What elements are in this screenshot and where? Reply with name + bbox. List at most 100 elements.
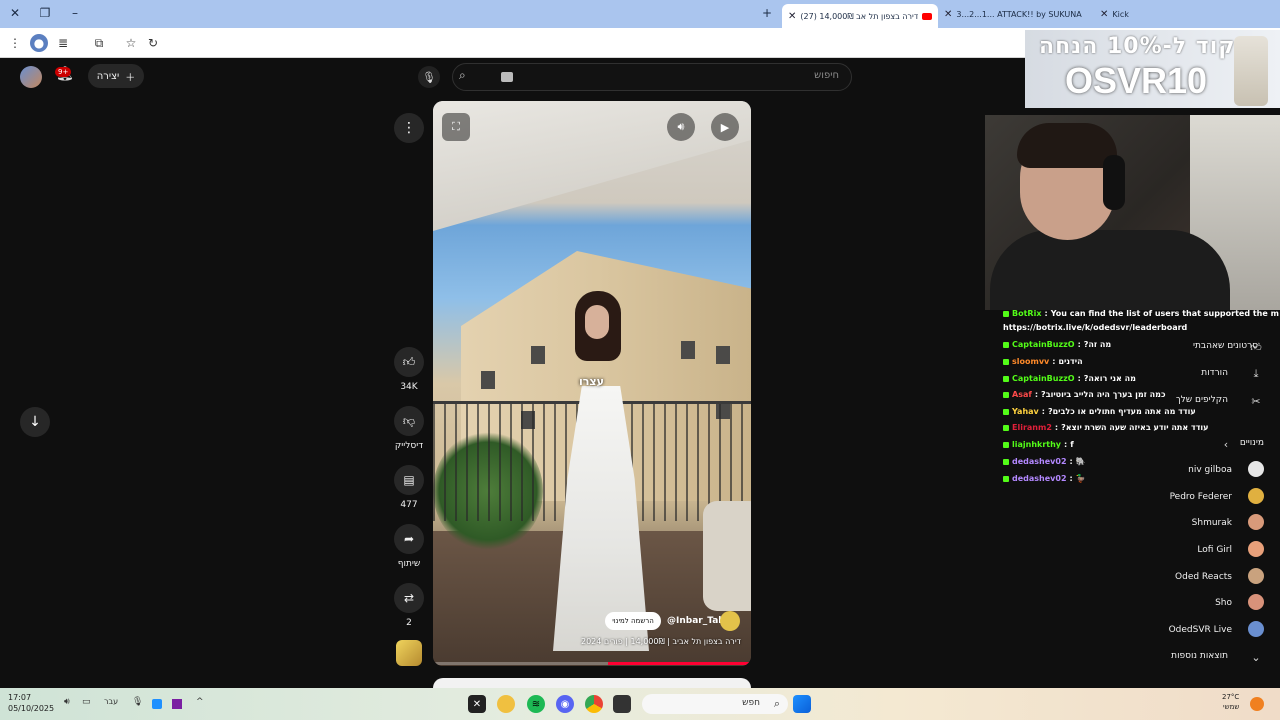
webcam-headset — [1103, 155, 1125, 210]
user-avatar[interactable] — [20, 66, 42, 88]
mic-tray-icon[interactable]: 🎙︎ — [132, 697, 143, 707]
app-tray-icon[interactable] — [152, 699, 162, 709]
channel-handle[interactable]: @Inbar_Tal — [667, 616, 721, 626]
thumbs-up-icon[interactable]: 👍︎ — [394, 347, 424, 377]
chat-badge-icon — [1003, 441, 1009, 448]
chat-username[interactable]: Asaf — [1012, 390, 1032, 399]
search-box[interactable]: ⌕ חיפוש — [452, 63, 852, 91]
remix-icon[interactable]: ⇄ — [394, 583, 424, 613]
explorer-taskbar-icon[interactable] — [613, 695, 631, 713]
language-indicator[interactable]: עבר — [104, 697, 118, 706]
share-arrow-icon[interactable]: ➦ — [394, 524, 424, 554]
subscription-item[interactable]: Lofi Girl — [1197, 545, 1232, 555]
onenote-tray-icon[interactable] — [172, 699, 182, 709]
thumbs-down-icon[interactable]: 👎︎ — [394, 406, 424, 436]
restore-window-icon[interactable]: ❐ — [36, 4, 54, 22]
chat-username[interactable]: liajnhkrthy — [1012, 440, 1061, 449]
comment-icon[interactable]: ▤ — [394, 465, 424, 495]
chevron-down-icon[interactable]: ⌄ — [1248, 649, 1264, 665]
subscription-item[interactable]: Shmurak — [1192, 518, 1232, 528]
close-tab-icon[interactable]: ✕ — [1100, 9, 1108, 20]
chat-username[interactable]: dedashev02 — [1012, 457, 1067, 466]
spotify-taskbar-icon[interactable]: ≋ — [527, 695, 545, 713]
chat-message: sloomvv: הידנים — [1003, 357, 1083, 366]
search-icon[interactable]: ⌕ — [459, 68, 481, 88]
minimize-window-icon[interactable]: – — [66, 4, 84, 22]
dislike-label: דיסלייק — [394, 441, 424, 451]
subscription-avatar[interactable] — [1248, 621, 1264, 637]
subscription-item[interactable]: OdedSVR Live — [1169, 625, 1232, 635]
chrome-taskbar-icon[interactable] — [585, 695, 603, 713]
subscription-item[interactable]: niv gilboa — [1188, 465, 1232, 475]
menu-dots-icon[interactable]: ⋮ — [6, 34, 24, 52]
tab-kick[interactable]: ✕ Kick — [1100, 4, 1220, 24]
chat-username[interactable]: dedashev02 — [1012, 474, 1067, 483]
discord-taskbar-icon[interactable]: ◉ — [556, 695, 574, 713]
chevron-up-icon[interactable]: ^ — [196, 697, 204, 707]
new-tab-icon[interactable]: + — [758, 4, 776, 22]
reload-icon[interactable]: ↻ — [144, 34, 162, 52]
video-title[interactable]: דירה בצפון תל אביב | 14,000₪ | פורים 202… — [581, 637, 741, 646]
video-scene-person — [541, 291, 651, 651]
windows-start-icon[interactable] — [793, 695, 811, 713]
chat-username[interactable]: Eliranm2 — [1012, 423, 1052, 432]
weather-sun-icon — [1250, 697, 1264, 711]
chat-username[interactable]: BotRix — [1012, 309, 1041, 318]
promo-code: OSVR10 — [1065, 60, 1208, 101]
subscription-item[interactable]: Pedro Federer — [1170, 492, 1232, 502]
like-action[interactable]: 👍︎ 34K — [394, 347, 424, 392]
tab-actions-icon[interactable]: ≣ — [54, 34, 72, 52]
chat-separator: : — [1064, 440, 1068, 449]
fullscreen-button[interactable]: ⛶ — [442, 113, 470, 141]
sound-thumbnail[interactable] — [396, 640, 422, 666]
shorts-video-player[interactable]: ⛶ 🔊︎ ▶ עצרו הרשמה למינוי @Inbar_Tal דירה… — [433, 101, 751, 666]
subscription-avatar[interactable] — [1248, 594, 1264, 610]
system-clock[interactable]: 17:07 05/10/2025 — [8, 692, 54, 714]
capcut-taskbar-icon[interactable]: ✕ — [468, 695, 486, 713]
chat-username[interactable]: sloomvv — [1012, 357, 1049, 366]
volume-tray-icon[interactable]: 🔊︎ — [64, 697, 70, 707]
subscription-avatar[interactable] — [1248, 461, 1264, 477]
app-taskbar-icon[interactable] — [497, 695, 515, 713]
share-action[interactable]: ➦ שיתוף — [394, 524, 424, 569]
volume-button[interactable]: 🔊︎ — [667, 113, 695, 141]
extensions-icon[interactable]: ⧉ — [90, 34, 108, 52]
chat-username[interactable]: CaptainBuzzO — [1012, 340, 1075, 349]
subscription-avatar[interactable] — [1248, 514, 1264, 530]
chat-badge-icon — [1003, 391, 1009, 398]
next-short-button[interactable]: ↓ — [20, 407, 50, 437]
subscribe-button[interactable]: הרשמה למינוי — [605, 612, 661, 630]
play-button[interactable]: ▶ — [711, 113, 739, 141]
chat-username[interactable]: CaptainBuzzO — [1012, 374, 1075, 383]
subscription-avatar[interactable] — [1248, 568, 1264, 584]
close-tab-icon[interactable]: ✕ — [944, 9, 952, 20]
close-window-icon[interactable]: ✕ — [6, 4, 24, 22]
search-input[interactable]: חיפוש — [814, 70, 839, 81]
profile-icon[interactable]: ● — [30, 34, 48, 52]
weather-widget[interactable]: 27°C שמשי — [1222, 692, 1239, 712]
keyboard-icon[interactable] — [501, 72, 513, 82]
subscription-item[interactable]: Sho — [1215, 598, 1232, 608]
chat-badge-icon — [1003, 458, 1009, 465]
create-button[interactable]: יצירה ＋ — [88, 64, 144, 88]
remix-action[interactable]: ⇄ 2 — [394, 583, 424, 628]
comments-action[interactable]: ▤ 477 — [394, 465, 424, 510]
channel-avatar[interactable] — [720, 611, 740, 631]
tab-youtube-active[interactable]: ✕ (27) דירה בצפון תל אב 14,000₪ — [782, 4, 938, 28]
dislike-action[interactable]: 👎︎ דיסלייק — [394, 406, 424, 451]
stream-chat: BotRix: You can find the list of users th… — [1000, 306, 1280, 491]
tab-youtube-2[interactable]: ✕ 3...2...1... ATTACK!! by SUKUNA — [944, 4, 1094, 24]
more-options-button[interactable]: ⋮ — [394, 113, 424, 143]
taskbar-search[interactable]: חפש ⌕ — [642, 694, 788, 714]
chat-username[interactable]: Yahav — [1012, 407, 1039, 416]
show-more-subscriptions[interactable]: תוצאות נוספות — [1171, 651, 1228, 661]
bookmark-star-icon[interactable]: ☆ — [122, 34, 140, 52]
network-tray-icon[interactable]: ▭ — [82, 697, 91, 707]
video-progress-bar[interactable] — [433, 662, 751, 665]
voice-search-mic-icon[interactable]: 🎙︎ — [418, 66, 440, 88]
subscription-item[interactable]: Oded Reacts — [1175, 572, 1232, 582]
close-tab-icon[interactable]: ✕ — [788, 11, 796, 22]
subscription-avatar[interactable] — [1248, 541, 1264, 557]
subscription-avatar[interactable] — [1248, 488, 1264, 504]
chat-text: הידנים — [1058, 357, 1083, 366]
